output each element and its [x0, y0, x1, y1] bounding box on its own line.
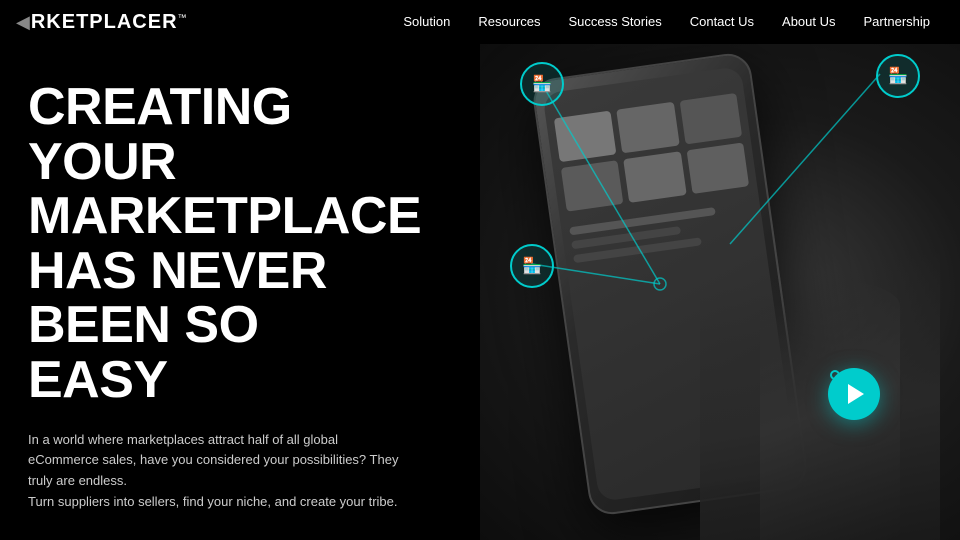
- nav-solution[interactable]: Solution: [389, 0, 464, 44]
- store-circle-top-left: 🏪: [520, 62, 564, 106]
- navbar: ◀RKETPLACER™ Solution Resources Success …: [0, 0, 960, 44]
- nav-links: Solution Resources Success Stories Conta…: [389, 0, 944, 44]
- play-icon: [848, 384, 864, 404]
- nav-contact-us[interactable]: Contact Us: [676, 0, 768, 44]
- store-circle-top-right: 🏪: [876, 54, 920, 98]
- logo[interactable]: ◀RKETPLACER™: [16, 11, 188, 34]
- left-panel: CREATINGYOURMARKETPLACEHAS NEVERBEEN SOE…: [0, 44, 480, 540]
- hero-subtitle: In a world where marketplaces attract ha…: [28, 430, 408, 513]
- nav-about-us[interactable]: About Us: [768, 0, 849, 44]
- right-panel: 🏪 🏪 🏪: [480, 44, 960, 540]
- nav-partnership[interactable]: Partnership: [850, 0, 944, 44]
- store-icon-top-left: 🏪: [532, 74, 552, 94]
- store-circle-middle: 🏪: [510, 244, 554, 288]
- store-icon-top-right: 🏪: [888, 66, 908, 86]
- main-content: CREATINGYOURMARKETPLACEHAS NEVERBEEN SOE…: [0, 44, 960, 540]
- hero-title: CREATINGYOURMARKETPLACEHAS NEVERBEEN SOE…: [28, 80, 448, 408]
- nav-resources[interactable]: Resources: [464, 0, 554, 44]
- store-icon-middle: 🏪: [522, 256, 542, 276]
- play-button[interactable]: [828, 368, 880, 420]
- hand-silhouette-2: [760, 280, 900, 540]
- nav-success-stories[interactable]: Success Stories: [555, 0, 676, 44]
